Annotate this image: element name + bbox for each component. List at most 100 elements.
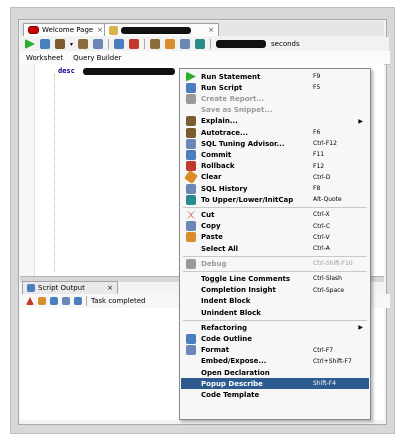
history-icon[interactable] [180,39,191,49]
run-script-icon[interactable] [40,39,50,49]
menu-item-label: Popup Describe [201,379,263,388]
menu-item-copy[interactable]: Copy Ctrl-C [181,221,369,232]
menu-item-autotrace[interactable]: Autotrace... F6 [181,127,369,138]
menu-item-label: Open Declaration [201,368,270,377]
redacted-connection-name [121,26,191,34]
menu-item-debug[interactable]: Debug Ctrl-Shift-F10 [181,258,369,269]
menu-item-create-report[interactable]: Create Report... [181,93,369,104]
menu-item-code-outline[interactable]: Code Outline [181,333,369,344]
menu-item-spacer [186,368,196,378]
menu-item-sql-tuning-advisor[interactable]: SQL Tuning Advisor... Ctrl-F12 [181,138,369,149]
tab-welcome-page[interactable]: Welcome Page × [23,23,108,36]
eraser-icon[interactable] [165,39,176,49]
menu-item-refactoring[interactable]: Refactoring ▶ [181,322,369,333]
menu-item-shortcut: Ctrl-D [313,173,331,181]
menu-item-toggle-line-comments[interactable]: Toggle Line Comments Ctrl-Slash [181,273,369,284]
sql-keyword: desc [58,67,75,75]
menu-separator [183,206,367,208]
tuning-icon[interactable] [93,39,104,49]
menu-item-completion-insight[interactable]: Completion Insight Ctrl-Space [181,285,369,296]
pin-icon[interactable] [26,297,34,305]
menu-item-open-declaration[interactable]: Open Declaration [181,367,369,378]
oracle-logo-icon [28,26,39,34]
menu-item-cut[interactable]: Cut Ctrl-X [181,209,369,220]
menu-item-spacer [186,308,196,318]
menu-item-label: Format [201,346,230,355]
eraser-icon[interactable] [38,297,46,305]
menu-item-spacer [186,285,196,295]
case-icon[interactable] [195,39,206,49]
menu-item-code-template[interactable]: Code Template [181,389,369,400]
menu-item-label: Refactoring [201,323,248,332]
close-icon[interactable]: × [107,284,113,292]
redacted-object-name [83,67,176,75]
menu-item-explain[interactable]: Explain... ▶ [181,116,369,127]
editor-gutter [20,64,35,276]
debug-icon [186,258,196,269]
history-icon [186,183,196,194]
menu-item-label: Cut [201,210,215,219]
menu-item-label: Clear [201,173,222,182]
menu-item-shortcut: F12 [313,162,325,170]
menu-item-save-as-snippet[interactable]: Save as Snippet... [181,105,369,116]
commit-icon[interactable] [114,39,125,49]
menu-item-label: Paste [201,233,223,242]
menu-item-unindent-block[interactable]: Unindent Block [181,307,369,318]
menu-item-rollback[interactable]: Rollback F12 [181,161,369,172]
open-icon[interactable] [74,297,82,305]
menu-item-paste[interactable]: Paste Ctrl-V [181,232,369,243]
close-icon[interactable]: × [208,26,214,34]
tuning-icon [186,138,196,149]
menu-separator [183,270,367,272]
run-statement-icon[interactable] [25,39,35,49]
save-icon[interactable] [50,297,58,305]
menu-item-run-script[interactable]: Run Script F5 [181,82,369,93]
format-icon [186,345,196,356]
menu-item-embed-expose[interactable]: Embed/Expose... Ctrl+Shift-F7 [181,356,369,367]
menu-item-select-all[interactable]: Select All Ctrl-A [181,243,369,254]
menu-item-label: Toggle Line Comments [201,274,291,283]
menu-item-shortcut: Ctrl-A [313,245,330,252]
print-icon[interactable] [62,297,70,305]
menu-item-indent-block[interactable]: Indent Block [181,296,369,307]
menu-item-label: Unindent Block [201,308,261,317]
autotrace-icon[interactable] [78,39,89,49]
menu-item-spacer [186,274,196,284]
menu-item-run-statement[interactable]: Run Statement F9 [181,71,369,82]
tab-worksheet[interactable]: Worksheet [26,54,63,62]
menu-item-shortcut: F8 [313,185,321,192]
tab-connection[interactable]: × [104,23,219,36]
code-line[interactable]: desc [58,67,176,75]
menu-item-shortcut: F9 [313,73,321,80]
outline-icon [186,333,196,344]
menu-item-spacer [186,296,196,306]
explain-icon [186,116,196,127]
run-icon [186,71,196,82]
unshared-worksheet-icon[interactable] [150,39,161,49]
explain-icon[interactable] [55,39,65,49]
rollback-icon [186,161,196,172]
tab-script-output[interactable]: Script Output × [22,281,118,295]
menu-item-label: To Upper/Lower/InitCap [201,195,294,204]
menu-separator [183,255,367,257]
menu-item-to-upper-lower-initcap[interactable]: To Upper/Lower/InitCap Alt-Quote [181,194,369,205]
menu-item-sql-history[interactable]: SQL History F8 [181,183,369,194]
case-icon [186,194,196,205]
rollback-icon[interactable] [129,39,140,49]
menu-item-label: Copy [201,222,221,231]
menu-item-shortcut: Ctrl-Shift-F10 [313,260,353,268]
menu-item-shortcut: Ctrl-Space [313,286,345,294]
menu-item-popup-describe[interactable]: Popup Describe Shift-F4 [181,378,369,390]
menu-item-label: Embed/Expose... [201,357,267,366]
toolbar-divider [144,39,146,49]
output-status: Task completed [91,297,146,305]
menu-item-label: Autotrace... [201,128,248,137]
menu-item-commit[interactable]: Commit F11 [181,149,369,160]
menu-item-clear[interactable]: Clear Ctrl-D [181,170,369,185]
close-icon[interactable]: × [97,26,103,34]
menu-item-label: Explain... [201,117,238,126]
menu-item-spacer [186,390,196,400]
tab-query-builder[interactable]: Query Builder [73,54,121,62]
menu-item-format[interactable]: Format Ctrl-F7 [181,345,369,356]
chevron-down-icon[interactable]: ▾ [70,41,73,48]
